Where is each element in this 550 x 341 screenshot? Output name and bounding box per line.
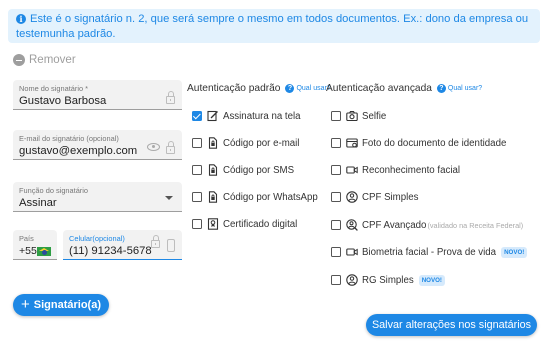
signer-email-label: E-mail do signatário (opcional)	[19, 134, 119, 143]
help-icon[interactable]: ?	[436, 84, 446, 93]
checkbox[interactable]	[331, 111, 341, 121]
signer-function-label: Função do signatário	[19, 186, 89, 195]
checkbox[interactable]	[192, 165, 202, 175]
option-sms-code[interactable]: Código por SMS	[192, 164, 294, 176]
checkbox[interactable]	[331, 275, 341, 285]
option-note: (validado na Receita Federal)	[427, 220, 524, 230]
option-label: Código por WhatsApp	[223, 191, 318, 203]
option-label: CPF Simples	[362, 191, 419, 203]
signer-name-field[interactable]: Nome do signatário * Gustavo Barbosa	[13, 80, 182, 110]
option-selfie[interactable]: Selfie	[331, 110, 386, 122]
checkbox-checked[interactable]	[192, 111, 202, 121]
option-label: Assinatura na tela	[223, 110, 301, 122]
info-icon: i	[16, 14, 26, 24]
certificate-icon	[207, 218, 219, 230]
new-badge: NOVO!	[501, 246, 528, 258]
option-screen-signature[interactable]: Assinatura na tela	[192, 110, 301, 122]
country-label: País	[19, 234, 34, 243]
add-signer-button[interactable]: + Signatário(a)	[13, 294, 109, 316]
checkbox[interactable]	[331, 192, 341, 202]
option-label: Biometria facial - Prova de vida	[362, 246, 497, 258]
remove-label: Remover	[29, 54, 76, 66]
option-rg-simple[interactable]: RG Simples NOVO!	[331, 274, 445, 286]
signer-function-value[interactable]: Assinar	[19, 197, 57, 209]
checkbox[interactable]	[331, 247, 341, 257]
signer-name-label: Nome do signatário *	[19, 84, 89, 93]
signature-icon	[207, 110, 218, 122]
brazil-flag-icon	[37, 247, 51, 256]
lock-icon	[166, 91, 175, 104]
option-email-code[interactable]: Código por e-mail	[192, 137, 299, 149]
save-signers-button[interactable]: Salvar alterações nos signatários	[366, 314, 537, 336]
sms-code-icon	[208, 164, 218, 176]
checkbox[interactable]	[331, 220, 341, 230]
country-code-value[interactable]: +55	[19, 245, 37, 257]
person-icon	[346, 191, 358, 203]
video-icon	[346, 166, 358, 174]
checkbox[interactable]	[192, 219, 202, 229]
signer-email-field[interactable]: E-mail do signatário (opcional) gustavo@…	[13, 130, 182, 160]
whatsapp-code-icon	[208, 191, 218, 203]
signer-function-select[interactable]: Função do signatário Assinar	[13, 182, 182, 212]
camera-icon	[346, 110, 358, 122]
email-code-icon	[208, 137, 218, 149]
option-digital-certificate[interactable]: Certificado digital	[192, 218, 297, 230]
option-label: Selfie	[362, 110, 387, 122]
signer-email-value[interactable]: gustavo@exemplo.com	[19, 145, 137, 157]
option-label: Reconhecimento facial	[362, 164, 461, 176]
option-id-photo[interactable]: Foto do documento de identidade	[331, 137, 506, 149]
option-label: Código por SMS	[223, 164, 295, 176]
eye-icon[interactable]	[147, 143, 160, 151]
remove-signer-button[interactable]: Remover	[13, 54, 76, 66]
person-icon	[346, 274, 358, 286]
option-cpf-advanced[interactable]: CPF Avançado (validado na Receita Federa…	[331, 219, 523, 231]
checkbox[interactable]	[331, 165, 341, 175]
option-label: Código por e-mail	[223, 137, 300, 149]
checkbox[interactable]	[192, 192, 202, 202]
new-badge: NOVO!	[418, 274, 445, 286]
smartphone-icon	[167, 239, 175, 252]
option-label: Foto do documento de identidade	[362, 137, 507, 149]
add-signer-label: Signatário(a)	[33, 299, 101, 311]
option-label: Certificado digital	[223, 218, 298, 230]
phone-label: Celular(opcional)	[69, 234, 125, 243]
help-icon[interactable]: ?	[285, 84, 295, 93]
option-facial-recognition[interactable]: Reconhecimento facial	[331, 164, 460, 176]
phone-value[interactable]: (11) 91234-5678	[69, 245, 152, 257]
country-code-select[interactable]: País +55	[13, 230, 57, 260]
chevron-down-icon[interactable]	[165, 196, 173, 200]
option-label: RG Simples	[362, 274, 414, 286]
option-whatsapp-code[interactable]: Código por WhatsApp	[192, 191, 318, 203]
advanced-auth-title: Autenticação avançada	[326, 83, 432, 94]
option-facial-biometrics[interactable]: Biometria facial - Prova de vida NOVO!	[331, 246, 528, 258]
lock-icon	[151, 235, 160, 248]
id-photo-icon	[346, 138, 358, 148]
advanced-auth-header: Autenticação avançada ? Qual usar?	[326, 83, 482, 94]
signer-name-value[interactable]: Gustavo Barbosa	[19, 95, 106, 107]
lock-icon	[166, 141, 175, 154]
info-text: Este é o signatário n. 2, que será sempr…	[16, 13, 529, 40]
video-icon	[346, 248, 358, 256]
checkbox[interactable]	[331, 138, 341, 148]
person-search-icon	[346, 219, 358, 231]
info-banner: i Este é o signatário n. 2, que será semp…	[8, 9, 540, 43]
plus-icon: +	[21, 296, 30, 313]
remove-circle-icon	[13, 54, 25, 66]
save-signers-label: Salvar alterações nos signatários	[371, 319, 532, 331]
checkbox[interactable]	[192, 138, 202, 148]
option-label: CPF Avançado	[362, 219, 427, 231]
option-cpf-simple[interactable]: CPF Simples	[331, 191, 419, 203]
advanced-auth-help-link[interactable]: Qual usar?	[448, 85, 482, 92]
phone-field[interactable]: Celular(opcional) (11) 91234-5678	[63, 230, 182, 260]
standard-auth-header: Autenticação padrão ? Qual usar?	[187, 83, 331, 94]
standard-auth-title: Autenticação padrão	[187, 83, 281, 94]
